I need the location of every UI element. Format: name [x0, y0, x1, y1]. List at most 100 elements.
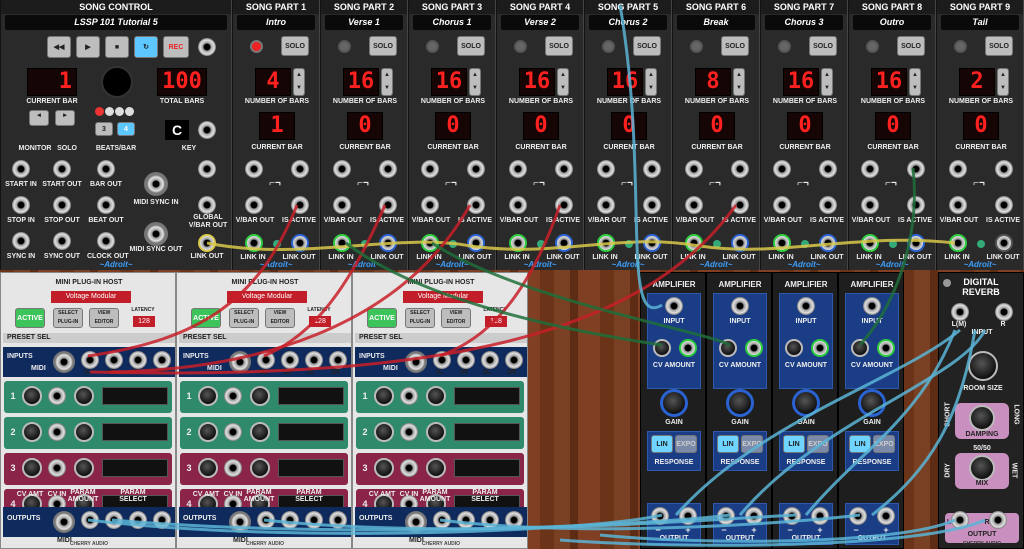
part-solo-button[interactable]: SOLO [369, 36, 397, 56]
part-gate-in-jack[interactable] [421, 160, 439, 178]
cv-in-jack[interactable] [224, 459, 242, 477]
link-out-jack[interactable] [995, 234, 1013, 252]
link-in-jack[interactable] [509, 234, 527, 252]
param-select-display[interactable] [102, 459, 168, 477]
vbar-out-jack[interactable] [245, 196, 263, 214]
part-gate-in-jack[interactable] [597, 160, 615, 178]
cv-in-jack[interactable] [400, 387, 418, 405]
midi-out-jack[interactable] [405, 511, 427, 533]
is-active-jack[interactable] [819, 196, 837, 214]
output-2r-jack[interactable] [505, 511, 523, 529]
cv-amount-knob[interactable] [198, 422, 218, 442]
link-in-jack[interactable] [597, 234, 615, 252]
input-1r-jack[interactable] [105, 351, 123, 369]
vbar-out-jack[interactable] [685, 196, 703, 214]
part-gate-in-jack[interactable] [773, 160, 791, 178]
part-gate-out-jack[interactable] [819, 160, 837, 178]
part-active-lamp[interactable] [426, 40, 439, 53]
vbar-out-jack[interactable] [333, 196, 351, 214]
stop-out-jack[interactable] [53, 196, 71, 214]
active-button[interactable]: ACTIVE [15, 308, 45, 328]
is-active-jack[interactable] [995, 196, 1013, 214]
param-select-display[interactable] [454, 423, 520, 441]
part-active-lamp[interactable] [250, 40, 263, 53]
part-solo-button[interactable]: SOLO [985, 36, 1013, 56]
part-active-lamp[interactable] [866, 40, 879, 53]
cv-amount-knob[interactable] [374, 458, 394, 478]
part-active-lamp[interactable] [778, 40, 791, 53]
cv-amount-knob[interactable] [374, 422, 394, 442]
vbar-out-jack[interactable] [421, 196, 439, 214]
link-in-jack[interactable] [421, 234, 439, 252]
input-1l-jack[interactable] [81, 351, 99, 369]
view-editor-button[interactable]: VIEW EDITOR [441, 308, 471, 328]
input-1l-jack[interactable] [257, 351, 275, 369]
cv-amount-knob[interactable] [22, 458, 42, 478]
link-out-jack[interactable] [198, 234, 216, 252]
param-select-display[interactable] [102, 423, 168, 441]
is-active-jack[interactable] [379, 196, 397, 214]
part-active-lamp[interactable] [514, 40, 527, 53]
midi-sync-out-jack[interactable] [144, 222, 168, 246]
cv-amount-knob[interactable] [22, 386, 42, 406]
part-gate-in-jack[interactable] [509, 160, 527, 178]
part-active-lamp[interactable] [338, 40, 351, 53]
bars-stepper[interactable]: ▲ ▼ [293, 68, 305, 96]
amp-input-jack[interactable] [731, 297, 749, 315]
room-size-knob[interactable] [968, 351, 998, 381]
link-out-jack[interactable] [643, 234, 661, 252]
view-editor-button[interactable]: VIEW EDITOR [265, 308, 295, 328]
link-in-jack[interactable] [949, 234, 967, 252]
vbar-out-jack[interactable] [861, 196, 879, 214]
part-solo-button[interactable]: SOLO [545, 36, 573, 56]
record-jack[interactable] [198, 38, 216, 56]
cv-in-jack[interactable] [745, 339, 763, 357]
start-out-jack[interactable] [53, 160, 71, 178]
gain-knob[interactable] [660, 389, 688, 417]
cv-in-jack[interactable] [400, 423, 418, 441]
play-button[interactable]: ▶ [76, 36, 100, 58]
output-1r-jack[interactable] [457, 511, 475, 529]
part-gate-out-jack[interactable] [379, 160, 397, 178]
cv-in-jack[interactable] [48, 459, 66, 477]
select-plugin-button[interactable]: SELECT PLUG-IN [229, 308, 259, 328]
param-select-display[interactable] [278, 459, 344, 477]
link-in-jack[interactable] [245, 234, 263, 252]
output-minus-jack[interactable] [717, 507, 735, 525]
bars-stepper[interactable]: ▲ ▼ [645, 68, 657, 96]
param-amount-knob[interactable] [250, 458, 270, 478]
input-l-jack[interactable] [951, 303, 969, 321]
output-plus-jack[interactable] [811, 507, 829, 525]
mix-knob[interactable] [969, 455, 995, 481]
param-select-display[interactable] [278, 387, 344, 405]
amp-input-jack[interactable] [797, 297, 815, 315]
input-r-jack[interactable] [995, 303, 1013, 321]
input-2r-jack[interactable] [329, 351, 347, 369]
output-2r-jack[interactable] [329, 511, 347, 529]
input-2l-jack[interactable] [481, 351, 499, 369]
key-jack[interactable] [198, 121, 216, 139]
bar-out-jack[interactable] [97, 160, 115, 178]
sync-in-jack[interactable] [12, 232, 30, 250]
rewind-button[interactable]: ◀◀ [47, 36, 71, 58]
monitor-button[interactable]: ◂ [29, 110, 49, 126]
amp-input-jack[interactable] [863, 297, 881, 315]
param-select-display[interactable] [278, 423, 344, 441]
input-2l-jack[interactable] [129, 351, 147, 369]
gain-knob[interactable] [792, 389, 820, 417]
expo-button[interactable]: EXPO [807, 435, 829, 453]
cv-amount-knob[interactable] [22, 422, 42, 442]
link-out-jack[interactable] [555, 234, 573, 252]
part-solo-button[interactable]: SOLO [457, 36, 485, 56]
output-2r-jack[interactable] [153, 511, 171, 529]
cv-in-jack[interactable] [400, 459, 418, 477]
input-2r-jack[interactable] [153, 351, 171, 369]
vbar-out-jack[interactable] [949, 196, 967, 214]
link-in-jack[interactable] [685, 234, 703, 252]
midi-out-jack[interactable] [53, 511, 75, 533]
stop-button[interactable]: ■ [105, 36, 129, 58]
link-in-jack[interactable] [333, 234, 351, 252]
bars-stepper[interactable]: ▲ ▼ [381, 68, 393, 96]
midi-sync-in-jack[interactable] [144, 172, 168, 196]
output-2l-jack[interactable] [129, 511, 147, 529]
